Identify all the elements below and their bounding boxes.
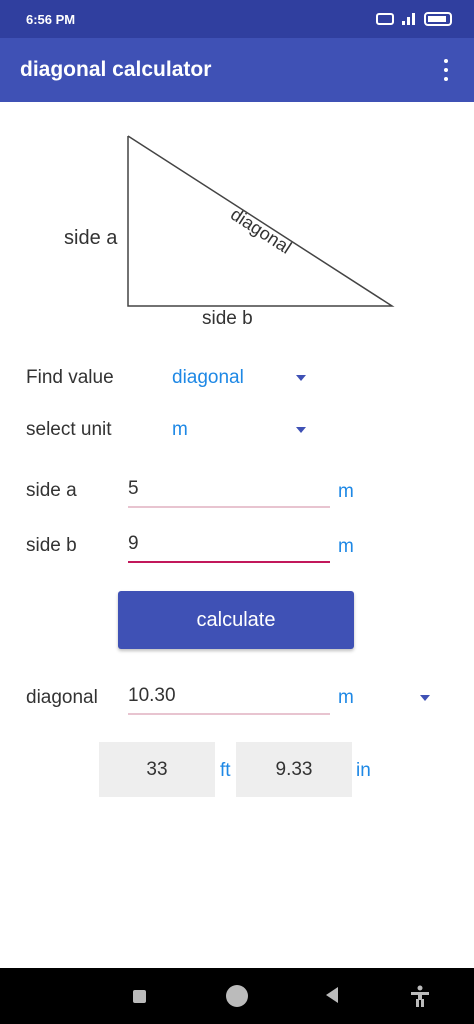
result-field [128,679,330,715]
dropdown-arrow-icon [296,375,306,381]
side-a-unit: m [338,481,354,502]
select-unit-selected: m [172,419,188,440]
signal-icon [402,13,416,25]
app-title: diagonal calculator [20,58,212,81]
navigation-bar [0,968,474,1024]
feet-unit: ft [220,760,231,781]
inch-unit: in [356,760,371,781]
side-a-input[interactable] [128,472,330,506]
result-output[interactable] [128,679,330,713]
find-value-selected: diagonal [172,367,244,388]
dropdown-arrow-icon [296,427,306,433]
side-a-diagram-label: side a [64,227,118,249]
accessibility-icon[interactable] [410,985,430,1007]
side-b-unit: m [338,536,354,557]
side-a-label: side a [26,480,77,501]
calculate-button[interactable]: calculate [118,591,354,649]
status-icons [376,12,452,26]
select-unit-dropdown[interactable]: m [172,414,306,446]
feet-value-box: 33 [99,742,215,797]
result-unit-selected: m [338,687,354,708]
dropdown-arrow-icon [420,695,430,701]
side-b-input[interactable] [128,527,330,561]
result-label: diagonal [26,687,98,708]
back-icon[interactable] [326,987,338,1003]
side-b-label: side b [26,535,77,556]
inch-value-box: 9.33 [236,742,352,797]
recent-apps-icon[interactable] [133,990,146,1003]
status-time: 6:56 PM [26,12,76,27]
app-bar: diagonal calculator [0,38,474,102]
select-unit-label: select unit [26,419,112,440]
find-value-dropdown[interactable]: diagonal [172,362,306,394]
status-bar: 6:56 PM [0,0,474,38]
side-b-diagram-label: side b [202,308,253,329]
more-vert-icon[interactable] [434,56,458,84]
notification-icon [376,13,394,25]
result-unit-dropdown[interactable]: m [338,682,430,714]
triangle-diagram: side a diagonal side b [0,102,474,342]
side-b-field [128,527,330,563]
side-a-field [128,472,330,508]
find-value-label: Find value [26,367,114,388]
battery-icon [424,12,452,26]
home-icon[interactable] [226,985,248,1007]
